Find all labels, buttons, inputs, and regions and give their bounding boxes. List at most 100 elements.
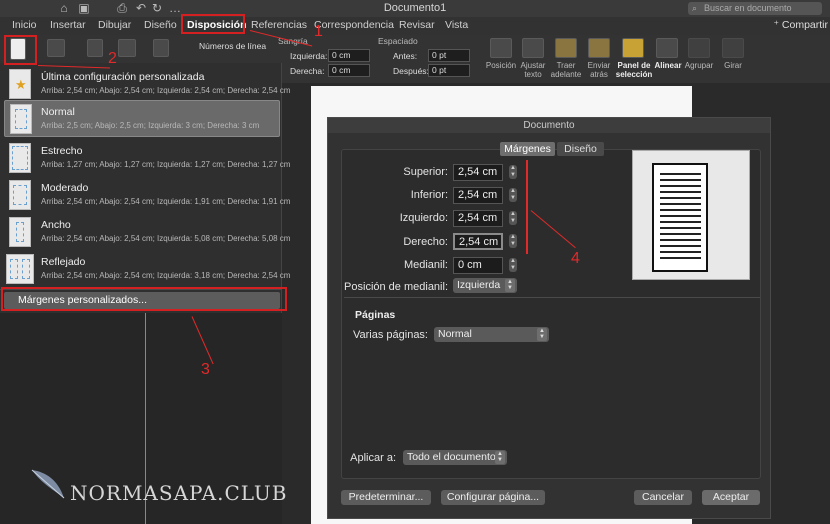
- tab-insertar[interactable]: Insertar: [50, 19, 86, 31]
- highlight-margins-button: [4, 35, 37, 65]
- tab-revisar[interactable]: Revisar: [399, 19, 435, 31]
- top-margin-input[interactable]: 2,54 cm: [453, 164, 503, 181]
- search-placeholder: Buscar en documento: [704, 3, 792, 13]
- size-button[interactable]: [87, 39, 103, 57]
- page-setup-button[interactable]: Configurar página...: [441, 490, 545, 505]
- send-backward-icon[interactable]: [588, 38, 610, 58]
- add-person-icon: ⁺: [773, 19, 779, 31]
- chevron-updown-icon: ▲ ▼: [537, 328, 547, 341]
- position-icon[interactable]: [490, 38, 512, 58]
- tab-correspondencia[interactable]: Correspondencia: [314, 19, 394, 31]
- margin-preset-moderate[interactable]: Moderado Arriba: 2,54 cm; Abajo: 2,54 cm…: [0, 177, 290, 214]
- group-icon[interactable]: [688, 38, 710, 58]
- search-input[interactable]: ⌕ Buscar en documento: [688, 2, 822, 15]
- tab-inicio[interactable]: Inicio: [12, 19, 37, 31]
- bring-forward-label[interactable]: Traer adelante: [550, 61, 582, 79]
- margin-preset-narrow[interactable]: Estrecho Arriba: 1,27 cm; Abajo: 1,27 cm…: [0, 140, 290, 177]
- left-margin-stepper[interactable]: ▲ ▼: [509, 211, 517, 225]
- chevron-updown-icon: ▲ ▼: [505, 279, 515, 292]
- align-label[interactable]: Alinear: [652, 61, 684, 70]
- share-label: Compartir: [781, 19, 828, 31]
- breaks-button[interactable]: [153, 39, 169, 57]
- gutter-position-select[interactable]: Izquierda ▲ ▼: [453, 278, 517, 293]
- right-margin-label: Derecho:: [403, 236, 448, 248]
- group-label[interactable]: Agrupar: [683, 61, 715, 70]
- margin-preset-last-custom[interactable]: ★ Última configuración personalizada Arr…: [0, 66, 290, 103]
- share-button[interactable]: ⁺ Compartir: [773, 19, 828, 31]
- indent-left-label: Izquierda:: [290, 51, 328, 61]
- tab-vista[interactable]: Vista: [445, 19, 468, 31]
- selection-pane-icon[interactable]: [622, 38, 644, 58]
- tab-margins[interactable]: Márgenes: [500, 142, 555, 156]
- line-numbers-button[interactable]: Números de línea: [199, 41, 266, 51]
- default-button[interactable]: Predeterminar...: [341, 490, 431, 505]
- position-label[interactable]: Posición: [482, 61, 520, 70]
- bottom-margin-input[interactable]: 2,54 cm: [453, 187, 503, 204]
- left-margin-input[interactable]: 2,54 cm: [453, 210, 503, 227]
- margin-preset-normal[interactable]: Normal Arriba: 2,5 cm; Abajo: 2,5 cm; Iz…: [4, 100, 280, 137]
- page-margin-icon: [10, 104, 32, 134]
- gutter-input[interactable]: 0 cm: [453, 257, 503, 274]
- bottom-margin-stepper[interactable]: ▲ ▼: [509, 188, 517, 202]
- columns-button[interactable]: [118, 39, 136, 57]
- tab-diseno[interactable]: Diseño: [144, 19, 177, 31]
- margin-preset-wide[interactable]: Ancho Arriba: 2,54 cm; Abajo: 2,54 cm; I…: [0, 214, 290, 251]
- bring-forward-icon[interactable]: [555, 38, 577, 58]
- margin-preset-title: Normal: [41, 106, 75, 118]
- margin-preset-mirrored[interactable]: Reflejado Arriba: 2,54 cm; Abajo: 2,54 c…: [0, 251, 290, 288]
- bottom-margin-label: Inferior:: [410, 189, 448, 201]
- selection-pane-label[interactable]: Panel de selección: [614, 61, 654, 79]
- chevron-updown-icon: ▲ ▼: [495, 451, 505, 464]
- page-margin-icon: [9, 143, 31, 173]
- rotate-icon[interactable]: [722, 38, 744, 58]
- margin-preset-title: Ancho: [41, 219, 71, 231]
- margin-preset-title: Última configuración personalizada: [41, 71, 205, 83]
- cancel-button[interactable]: Cancelar: [634, 490, 692, 505]
- spacing-after-label: Después:: [393, 66, 429, 76]
- star-page-icon: ★: [9, 69, 31, 99]
- rotate-label[interactable]: Girar: [717, 61, 749, 70]
- annotation-vertical-line: [526, 160, 528, 254]
- search-icon: ⌕: [692, 3, 698, 13]
- spacing-after-input[interactable]: 0 pt: [428, 64, 470, 77]
- indent-left-input[interactable]: 0 cm: [328, 49, 370, 62]
- multiple-pages-value: Normal: [438, 328, 472, 340]
- ok-button[interactable]: Aceptar: [702, 490, 760, 505]
- right-margin-input[interactable]: 2,54 cm: [453, 233, 503, 250]
- wrap-text-icon[interactable]: [522, 38, 544, 58]
- highlight-custom-margins: [1, 287, 287, 311]
- page-preview: [632, 150, 750, 280]
- spacing-before-label: Antes:: [393, 51, 418, 61]
- top-margin-label: Superior:: [403, 166, 448, 178]
- annotation-4: 4: [571, 250, 580, 267]
- margin-preset-desc: Arriba: 2,54 cm; Abajo: 2,54 cm; Izquier…: [41, 86, 291, 95]
- left-margin-label: Izquierdo:: [399, 212, 448, 224]
- apply-to-select[interactable]: Todo el documento ▲ ▼: [403, 450, 507, 465]
- margin-preset-title: Reflejado: [41, 256, 86, 268]
- indent-right-input[interactable]: 0 cm: [328, 64, 370, 77]
- top-margin-stepper[interactable]: ▲ ▼: [509, 165, 517, 179]
- right-margin-stepper[interactable]: ▲ ▼: [509, 234, 517, 248]
- annotation-3: 3: [201, 361, 210, 378]
- page-margin-icon: [9, 180, 31, 210]
- margin-preset-desc: Arriba: 1,27 cm; Abajo: 1,27 cm; Izquier…: [41, 160, 291, 169]
- margin-preset-title: Estrecho: [41, 145, 83, 157]
- wrap-text-label[interactable]: Ajustar texto: [517, 61, 549, 79]
- page-margin-icon: [9, 217, 31, 247]
- gutter-position-label: Posición de medianil:: [344, 281, 448, 293]
- tab-layout[interactable]: Diseño: [557, 142, 604, 156]
- gutter-stepper[interactable]: ▲ ▼: [509, 258, 517, 272]
- align-icon[interactable]: [656, 38, 678, 58]
- annotation-1: 1: [314, 23, 323, 40]
- pages-section-title: Páginas: [355, 309, 396, 321]
- orientation-button[interactable]: [47, 39, 65, 57]
- send-backward-label[interactable]: Enviar atrás: [583, 61, 615, 79]
- annotation-2: 2: [108, 50, 117, 67]
- tab-dibujar[interactable]: Dibujar: [98, 19, 131, 31]
- tab-referencias[interactable]: Referencias: [251, 19, 307, 31]
- multiple-pages-select[interactable]: Normal ▲ ▼: [434, 327, 549, 342]
- margin-preset-desc: Arriba: 2,54 cm; Abajo: 2,54 cm; Izquier…: [41, 271, 291, 280]
- watermark-text: NORMASAPA.CLUB: [70, 481, 288, 505]
- margin-preset-desc: Arriba: 2,5 cm; Abajo: 2,5 cm; Izquierda…: [41, 121, 260, 130]
- spacing-before-input[interactable]: 0 pt: [428, 49, 470, 62]
